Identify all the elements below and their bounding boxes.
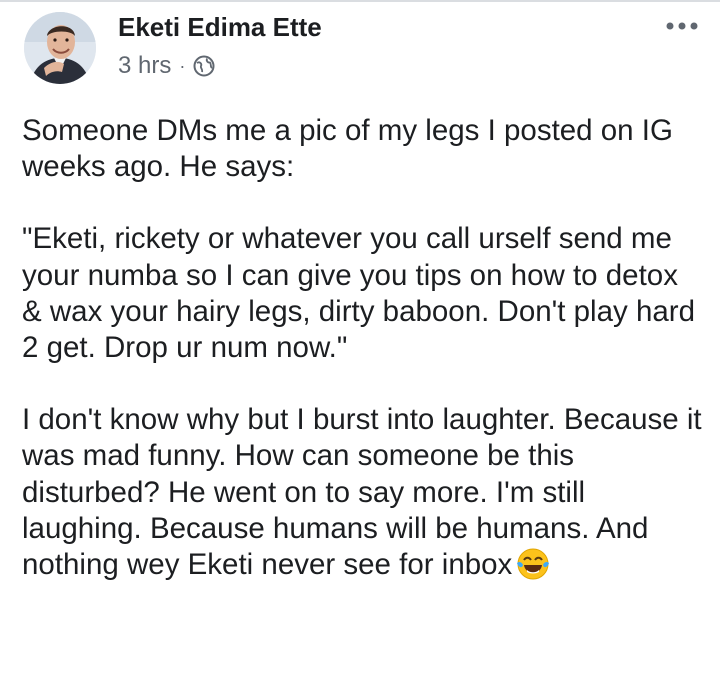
post-timestamp[interactable]: 3 hrs (118, 52, 171, 80)
post-paragraph: Someone DMs me a pic of my legs I posted… (22, 114, 673, 184)
post-paragraph-last: I don't know why but I burst into laught… (22, 402, 702, 583)
author-name[interactable]: Eketi Edima Ette (118, 12, 322, 43)
meta-separator: · (179, 55, 186, 76)
post-paragraph-text: I don't know why but I burst into laught… (22, 403, 702, 582)
author-avatar[interactable] (24, 12, 96, 84)
post-meta: 3 hrs · (118, 52, 215, 80)
more-options-button[interactable] (660, 14, 704, 38)
globe-icon[interactable] (193, 55, 215, 77)
post-header: Eketi Edima Ette 3 hrs · (18, 10, 708, 90)
post-body: Someone DMs me a pic of my legs I posted… (22, 113, 702, 583)
face-with-tears-of-joy-emoji (516, 547, 550, 581)
more-horizontal-icon (666, 22, 698, 30)
post-paragraph: "Eketi, rickety or whatever you call urs… (22, 222, 696, 365)
top-divider (0, 0, 720, 2)
avatar-photo-icon (24, 12, 96, 84)
